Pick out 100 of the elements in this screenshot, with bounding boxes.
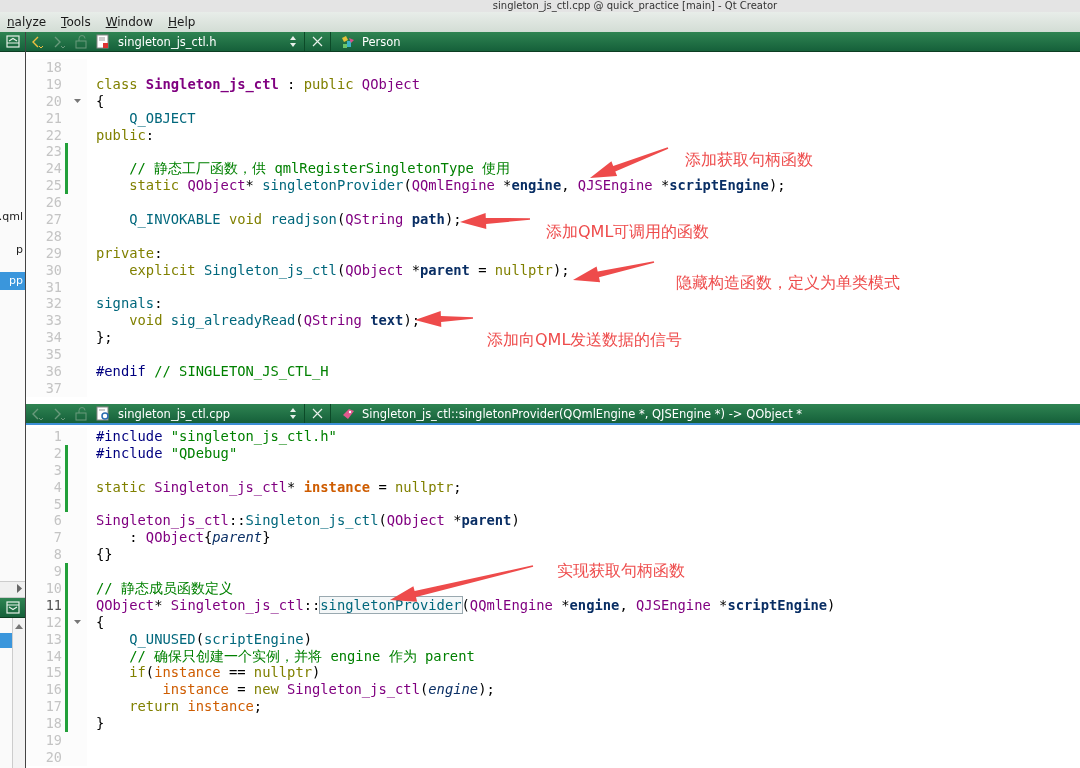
annotation-text: 实现获取句柄函数 (557, 561, 685, 581)
line-number: 35 (44, 346, 62, 364)
line-number: 6 (52, 512, 62, 530)
line-number: 20 (44, 748, 62, 766)
code-line: explicit Singleton_js_ctl(QObject *parent = nullptr); (128, 261, 570, 279)
line-number: 18 (44, 715, 62, 733)
line-number: 5 (52, 495, 62, 513)
line-number: 12 (44, 613, 62, 631)
code-line: #include "singleton_js_ctl.h" (96, 428, 337, 445)
annotation-text: 添加QML可调用的函数 (546, 222, 710, 242)
line-number: 29 (44, 244, 62, 262)
line-number: 13 (44, 630, 62, 648)
back-icon[interactable] (30, 34, 44, 49)
sort-arrows-icon[interactable] (288, 407, 298, 420)
line-number: 28 (44, 227, 62, 245)
code-line: }; (96, 329, 113, 347)
line-number: 8 (52, 546, 62, 564)
line-number: 15 (44, 664, 62, 682)
annotation-text: 添加获取句柄函数 (685, 150, 813, 170)
menu-item[interactable]: Help (161, 15, 204, 29)
fold-arrow-icon[interactable] (72, 619, 82, 626)
line-number: 18 (44, 59, 62, 76)
sidebar-item[interactable]: .qml (0, 208, 25, 226)
code-line: QObject* Singleton_js_ctl::singletonProvider(QQmlEngine *engine, QJSEngine *scriptEngine) (96, 596, 836, 614)
code-line: } (96, 715, 105, 733)
code-line: Q_INVOKABLE void readjson(QString path); (128, 211, 462, 228)
symbol-selector[interactable]: Person (362, 34, 401, 49)
menu-item[interactable]: Tools (54, 15, 99, 29)
scroll-up-icon[interactable] (14, 622, 25, 630)
window-title: singleton_js_ctl.cpp @ quick_practice [main] - Qt Creator (492, 0, 778, 12)
line-number: 1 (52, 428, 62, 445)
code-line: {} (96, 546, 113, 564)
code-line: Q_UNUSED(scriptEngine) (128, 630, 312, 648)
line-number: 20 (44, 92, 62, 110)
class-icon (341, 34, 355, 49)
menu-item[interactable]: Window (98, 15, 161, 29)
line-number: 31 (44, 278, 62, 296)
code-line: Singleton_js_ctl::Singleton_js_ctl(QObject *parent) (96, 512, 520, 530)
annotation-arrow (415, 311, 473, 328)
line-number: 24 (44, 160, 62, 178)
line-number: 34 (44, 329, 62, 347)
code-line: if(instance == nullptr) (128, 664, 321, 682)
close-icon[interactable] (311, 35, 324, 48)
line-number: 21 (44, 109, 62, 127)
code-line: { (96, 92, 105, 110)
code-line: // 确保只创建一个实例，并将 engine 作为 parent (128, 647, 475, 665)
tag-icon (341, 406, 355, 421)
file-selector[interactable]: singleton_js_ctl.h (118, 34, 284, 49)
code-line: : QObject{parent} (128, 529, 271, 547)
line-number: 11 (44, 596, 62, 614)
sidebar-item[interactable]: p (0, 241, 25, 259)
sort-arrows-icon[interactable] (288, 35, 298, 48)
code-line: Q_OBJECT (128, 109, 196, 127)
code-line: // 静态工厂函数，供 qmlRegisterSingletonType 使用 (128, 160, 511, 178)
code-line: class Singleton_js_ctl : public QObject (96, 75, 420, 93)
code-line: { (96, 613, 105, 631)
line-number: 3 (52, 461, 62, 479)
line-number: 14 (44, 647, 62, 665)
line-number: 9 (52, 563, 62, 580)
line-number: 19 (44, 75, 62, 93)
line-number: 33 (44, 312, 62, 330)
line-number: 36 (44, 363, 62, 380)
line-number: 7 (52, 529, 62, 547)
line-number: 22 (44, 126, 62, 144)
file-icon (96, 406, 110, 421)
line-number: 19 (44, 732, 62, 749)
line-number: 26 (44, 194, 62, 211)
file-selector[interactable]: singleton_js_ctl.cpp (118, 406, 284, 421)
close-icon[interactable] (311, 407, 324, 420)
line-number: 32 (44, 295, 62, 313)
code-line: static QObject* singletonProvider(QQmlEngine *engine, QJSEngine *scriptEngine); (128, 177, 786, 195)
code-line: static Singleton_js_ctl* instance = nullptr; (96, 478, 462, 496)
line-number: 30 (44, 261, 62, 279)
annotation-arrow (460, 212, 530, 229)
line-number: 25 (44, 177, 62, 195)
code-line: public: (96, 126, 155, 144)
line-number: 17 (44, 698, 62, 716)
code-line: void sig_alreadyRead(QString text); (128, 312, 420, 330)
code-line: signals: (96, 295, 163, 313)
line-number: 23 (44, 143, 62, 161)
code-line: #include "QDebug" (96, 444, 238, 462)
symbol-selector[interactable]: Singleton_js_ctl::singletonProvider(QQmlEngine *, QJSEngine *) -> QObject * (362, 406, 803, 421)
code-line: instance = new Singleton_js_ctl(engine); (161, 681, 495, 699)
line-number: 16 (44, 681, 62, 699)
file-icon (96, 34, 110, 49)
code-line: private: (96, 244, 163, 262)
line-number: 2 (52, 444, 62, 462)
panel-toggle-icon[interactable] (5, 35, 20, 48)
code-line: #endif // SINGLETON_JS_CTL_H (96, 363, 329, 380)
code-line: return instance; (128, 698, 263, 716)
line-number: 27 (44, 211, 62, 228)
panel-toggle-icon[interactable] (5, 601, 20, 614)
menu-item[interactable]: nalyze (0, 15, 55, 29)
fold-arrow-icon[interactable] (72, 98, 82, 105)
code-line: // 静态成员函数定义 (96, 580, 233, 597)
annotation-text: 添加向QML发送数据的信号 (487, 330, 683, 350)
annotation-text: 隐藏构造函数，定义为单类模式 (676, 273, 900, 293)
line-number: 10 (44, 580, 62, 597)
line-number: 37 (44, 379, 62, 397)
line-number: 4 (52, 478, 62, 496)
